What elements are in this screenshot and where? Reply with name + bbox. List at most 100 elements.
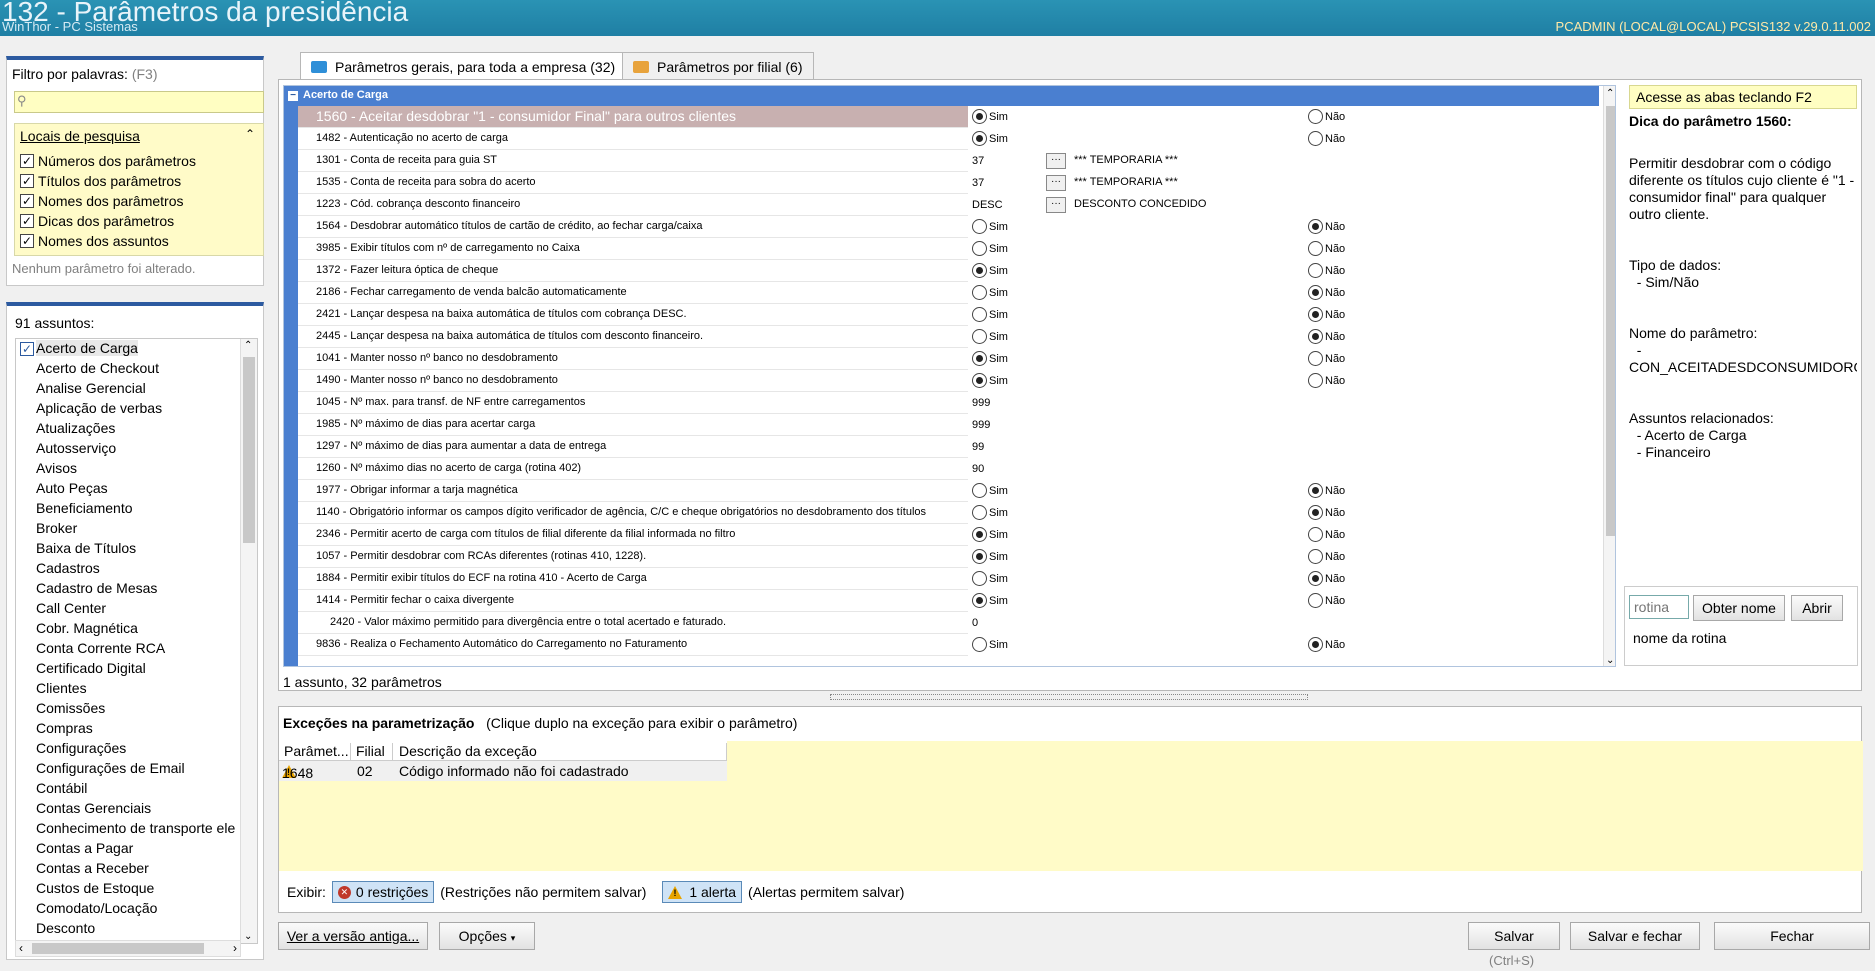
radio-yes[interactable]: Sim (972, 219, 1008, 234)
radio-icon[interactable] (972, 505, 987, 520)
subject-item[interactable]: Contas a Receber (36, 860, 149, 876)
param-value-cell[interactable]: Sim Não (968, 282, 1599, 304)
subjects-scrollbar[interactable]: ⌃ ⌄ (240, 339, 257, 943)
radio-icon[interactable] (1308, 505, 1323, 520)
param-value[interactable]: 999 (972, 397, 990, 409)
param-value-cell[interactable]: 99 (968, 436, 1599, 458)
radio-icon[interactable] (972, 527, 987, 542)
param-row[interactable]: 1140 - Obrigatório informar os campos dí… (298, 502, 1599, 524)
param-row[interactable]: 1041 - Manter nosso nº banco no desdobra… (298, 348, 1599, 370)
subject-item[interactable]: Comissões (36, 700, 105, 716)
param-value-cell[interactable]: 999 (968, 414, 1599, 436)
param-value[interactable]: 90 (972, 463, 984, 475)
param-value-cell[interactable]: Sim Não (968, 502, 1599, 524)
collapse-icon[interactable]: − (288, 91, 298, 101)
param-value-cell[interactable]: Sim Não (968, 304, 1599, 326)
option-tips[interactable]: Dicas dos parâmetros (20, 213, 174, 229)
radio-no[interactable]: Não (1308, 483, 1345, 498)
param-value[interactable]: DESC (972, 199, 1003, 211)
subject-item[interactable]: Autosserviço (36, 440, 116, 456)
param-row[interactable]: 1414 - Permitir fechar o caixa divergent… (298, 590, 1599, 612)
radio-yes[interactable]: Sim (972, 351, 1008, 366)
param-value[interactable]: 0 (972, 617, 978, 629)
param-row[interactable]: 2421 - Lançar despesa na baixa automátic… (298, 304, 1599, 326)
subject-item[interactable]: Avisos (36, 460, 77, 476)
param-row[interactable]: 1045 - Nº max. para transf. de NF entre … (298, 392, 1599, 414)
radio-icon[interactable] (1308, 241, 1323, 256)
filter-search-input[interactable]: ⚲ (14, 91, 264, 113)
exception-row[interactable]: 1648 02 Código informado não foi cadastr… (279, 761, 727, 781)
chevron-up-icon[interactable]: ⌃ (244, 340, 252, 351)
chevron-down-icon[interactable]: ⌄ (244, 931, 252, 942)
option-titles[interactable]: Títulos dos parâmetros (20, 173, 181, 189)
col-param[interactable]: Parâmet... (279, 743, 351, 761)
radio-icon[interactable] (972, 593, 987, 608)
radio-no[interactable]: Não (1308, 109, 1345, 124)
radio-icon[interactable] (972, 571, 987, 586)
param-value-cell[interactable]: Sim Não (968, 238, 1599, 260)
ellipsis-button[interactable]: ··· (1046, 175, 1066, 191)
param-value-cell[interactable]: 999 (968, 392, 1599, 414)
scroll-thumb[interactable] (1606, 106, 1615, 536)
radio-icon[interactable] (972, 219, 987, 234)
checkbox-icon[interactable] (20, 214, 34, 228)
checkbox-icon[interactable] (20, 174, 34, 188)
subject-item[interactable]: Beneficiamento (36, 500, 133, 516)
radio-icon[interactable] (972, 285, 987, 300)
alerts-toggle[interactable]: 1 alerta (662, 881, 743, 903)
param-value-cell[interactable]: Sim Não (968, 634, 1599, 656)
radio-icon[interactable] (972, 549, 987, 564)
subject-item[interactable]: Custos de Estoque (36, 880, 154, 896)
subject-item[interactable]: Configurações (36, 740, 126, 756)
option-numbers[interactable]: Números dos parâmetros (20, 153, 196, 169)
chevron-left-icon[interactable]: ‹ (19, 941, 23, 955)
param-value[interactable]: 37 (972, 177, 984, 189)
radio-no[interactable]: Não (1308, 373, 1345, 388)
scroll-thumb[interactable] (32, 943, 204, 954)
checkbox-icon[interactable] (20, 342, 34, 356)
radio-yes[interactable]: Sim (972, 483, 1008, 498)
radio-no[interactable]: Não (1308, 285, 1345, 300)
radio-icon[interactable] (1308, 109, 1323, 124)
grid-scrollbar[interactable]: ⌃ ⌄ (1603, 86, 1615, 666)
subject-item[interactable]: Acerto de Carga (36, 340, 138, 356)
radio-no[interactable]: Não (1308, 241, 1345, 256)
subject-item[interactable]: Compras (36, 720, 93, 736)
param-row[interactable]: 1564 - Desdobrar automático títulos de c… (298, 216, 1599, 238)
param-row[interactable]: 1977 - Obrigar informar a tarja magnétic… (298, 480, 1599, 502)
param-row[interactable]: 1301 - Conta de receita para guia ST 37 ··… (298, 150, 1599, 172)
radio-yes[interactable]: Sim (972, 373, 1008, 388)
ellipsis-button[interactable]: ··· (1046, 153, 1066, 169)
tab-general-params[interactable]: Parâmetros gerais, para toda a empresa (… (300, 52, 627, 82)
chevron-right-icon[interactable]: › (233, 941, 237, 955)
param-value-cell[interactable]: Sim Não (968, 546, 1599, 568)
rotina-input[interactable] (1629, 595, 1689, 619)
radio-icon[interactable] (972, 263, 987, 278)
param-row[interactable]: 1560 - Aceitar desdobrar "1 - consumidor… (298, 106, 1599, 128)
radio-no[interactable]: Não (1308, 593, 1345, 608)
radio-no[interactable]: Não (1308, 505, 1345, 520)
param-row[interactable]: 2346 - Permitir acerto de carga com títu… (298, 524, 1599, 546)
param-row[interactable]: 1490 - Manter nosso nº banco no desdobra… (298, 370, 1599, 392)
col-desc[interactable]: Descrição da exceção (393, 743, 727, 761)
param-row[interactable]: 1297 - Nº máximo de dias para aumentar a… (298, 436, 1599, 458)
checkbox-icon[interactable] (20, 154, 34, 168)
radio-icon[interactable] (972, 241, 987, 256)
radio-icon[interactable] (1308, 593, 1323, 608)
radio-icon[interactable] (1308, 373, 1323, 388)
subject-item[interactable]: Aplicação de verbas (36, 400, 162, 416)
subject-item[interactable]: Certificado Digital (36, 660, 146, 676)
param-row[interactable]: 2186 - Fechar carregamento de venda balc… (298, 282, 1599, 304)
param-value-cell[interactable]: Sim Não (968, 128, 1599, 150)
radio-icon[interactable] (1308, 219, 1323, 234)
radio-yes[interactable]: Sim (972, 131, 1008, 146)
radio-icon[interactable] (972, 483, 987, 498)
radio-yes[interactable]: Sim (972, 637, 1008, 652)
param-value-cell[interactable]: 0 (968, 612, 1599, 634)
subject-item[interactable]: Acerto de Checkout (36, 360, 159, 376)
radio-icon[interactable] (972, 351, 987, 366)
param-row[interactable]: 1985 - Nº máximo de dias para acertar ca… (298, 414, 1599, 436)
radio-yes[interactable]: Sim (972, 505, 1008, 520)
radio-icon[interactable] (1308, 285, 1323, 300)
subject-item[interactable]: Atualizações (36, 420, 115, 436)
